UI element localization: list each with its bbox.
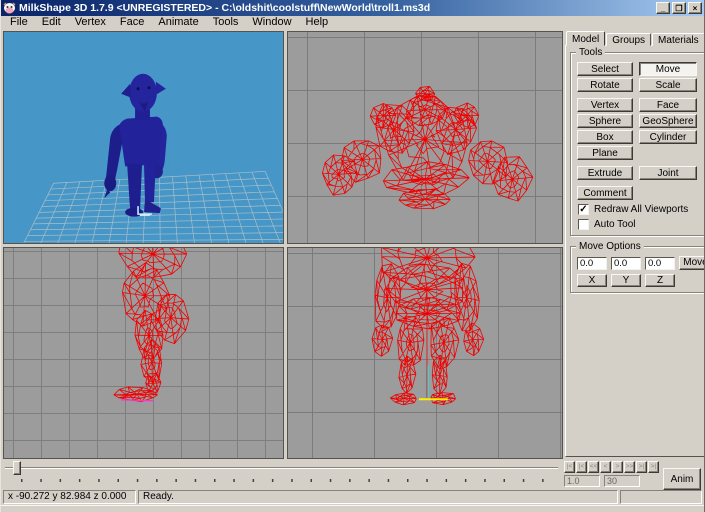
timeline-ruler xyxy=(3,475,560,486)
viewport-front[interactable] xyxy=(287,247,563,459)
current-frame-field[interactable] xyxy=(564,475,600,487)
troll-wireframe-top xyxy=(322,86,533,208)
minimize-button[interactable]: _ xyxy=(656,2,670,14)
axis-x-button[interactable]: X xyxy=(577,274,607,287)
troll-wireframe-side xyxy=(114,248,189,401)
timeline-left xyxy=(1,459,562,488)
first-frame-button[interactable]: |< xyxy=(564,461,575,473)
rewind-button[interactable]: << xyxy=(588,461,599,473)
status-right-panel xyxy=(620,490,702,504)
redraw-all-viewports-label: Redraw All Viewports xyxy=(594,204,688,215)
viewport-side[interactable] xyxy=(3,247,284,459)
axis-y-button[interactable]: Y xyxy=(611,274,641,287)
prev-frame-button[interactable]: < xyxy=(600,461,611,473)
menu-bar: File Edit Vertex Face Animate Tools Wind… xyxy=(1,16,704,29)
titlebar[interactable]: MilkShape 3D 1.7.9 <UNREGISTERED> - C:\o… xyxy=(1,0,704,16)
cylinder-button[interactable]: Cylinder xyxy=(639,130,697,144)
next-keyframe-button[interactable]: >| xyxy=(636,461,647,473)
model-tab-pane: Tools Select Move Rotate Scale Vertex Fa… xyxy=(565,45,705,457)
status-message: Ready. xyxy=(138,490,618,504)
milkshape-window: MilkShape 3D 1.7.9 <UNREGISTERED> - C:\o… xyxy=(0,0,705,512)
total-frames-field[interactable] xyxy=(604,475,640,487)
window-bottom-edge xyxy=(1,505,704,512)
close-button[interactable]: × xyxy=(688,2,702,14)
menu-help[interactable]: Help xyxy=(299,16,336,29)
tab-model[interactable]: Model xyxy=(566,31,605,46)
tools-groupbox: Tools Select Move Rotate Scale Vertex Fa… xyxy=(570,52,705,236)
menu-window[interactable]: Window xyxy=(245,16,298,29)
tab-groups[interactable]: Groups xyxy=(606,33,651,46)
move-y-field[interactable] xyxy=(611,257,641,270)
forward-button[interactable]: >> xyxy=(624,461,635,473)
extrude-button[interactable]: Extrude xyxy=(577,166,633,180)
menu-face[interactable]: Face xyxy=(113,16,151,29)
tab-bar: Model Groups Materials Joints xyxy=(565,31,705,46)
auto-tool-label: Auto Tool xyxy=(594,219,636,230)
timeline-slider[interactable] xyxy=(3,461,560,475)
prev-keyframe-button[interactable]: |< xyxy=(576,461,587,473)
tab-materials[interactable]: Materials xyxy=(652,33,705,46)
top-canvas xyxy=(288,32,562,243)
timeline-bar: |< |< << < > >> >| >| Anim xyxy=(1,459,704,488)
menu-animate[interactable]: Animate xyxy=(151,16,205,29)
move-button[interactable]: Move xyxy=(639,62,697,76)
move-options-groupbox: Move Options Move X Y Z xyxy=(570,246,705,293)
move-options-legend: Move Options xyxy=(576,241,644,252)
side-panel: Model Groups Materials Joints Tools Sele… xyxy=(564,29,705,459)
viewport-top[interactable] xyxy=(287,31,563,244)
main-area: Model Groups Materials Joints Tools Sele… xyxy=(1,29,704,459)
next-frame-button[interactable]: > xyxy=(612,461,623,473)
joint-button[interactable]: Joint xyxy=(639,166,697,180)
menu-edit[interactable]: Edit xyxy=(35,16,68,29)
sphere-button[interactable]: Sphere xyxy=(577,114,633,128)
window-title: MilkShape 3D 1.7.9 <UNREGISTERED> - C:\o… xyxy=(19,2,653,14)
comment-button[interactable]: Comment xyxy=(577,186,633,200)
status-bar: x -90.272 y 82.984 z 0.000 Ready. xyxy=(1,488,704,505)
menu-file[interactable]: File xyxy=(3,16,35,29)
move-z-field[interactable] xyxy=(645,257,675,270)
axis-z-button[interactable]: Z xyxy=(645,274,675,287)
origin-marker-magenta xyxy=(121,400,153,401)
timeline-track xyxy=(5,467,558,469)
face-button[interactable]: Face xyxy=(639,98,697,112)
status-coordinates: x -90.272 y 82.984 z 0.000 xyxy=(3,490,136,504)
geosphere-button[interactable]: GeoSphere xyxy=(639,114,697,128)
move-x-field[interactable] xyxy=(577,257,607,270)
app-icon xyxy=(3,2,16,15)
anim-button[interactable]: Anim xyxy=(663,468,701,490)
box-button[interactable]: Box xyxy=(577,130,633,144)
menu-vertex[interactable]: Vertex xyxy=(68,16,113,29)
auto-tool-checkbox[interactable] xyxy=(578,219,589,230)
viewport-area xyxy=(1,29,564,459)
restore-button[interactable]: ❐ xyxy=(672,2,686,14)
viewport-perspective[interactable] xyxy=(3,31,284,244)
perspective-canvas xyxy=(4,32,283,243)
plane-button[interactable]: Plane xyxy=(577,146,633,160)
last-frame-button[interactable]: >| xyxy=(648,461,659,473)
select-button[interactable]: Select xyxy=(577,62,633,76)
tools-legend: Tools xyxy=(576,47,605,58)
vertex-button[interactable]: Vertex xyxy=(577,98,633,112)
menu-tools[interactable]: Tools xyxy=(206,16,246,29)
rotate-button[interactable]: Rotate xyxy=(577,78,633,92)
move-apply-button[interactable]: Move xyxy=(679,256,705,270)
timeline-controls: |< |< << < > >> >| >| Anim xyxy=(562,459,704,488)
side-canvas xyxy=(4,248,283,458)
redraw-all-viewports-checkbox[interactable]: ✓ xyxy=(578,204,589,215)
front-canvas xyxy=(288,248,562,458)
window-controls: _ ❐ × xyxy=(656,2,702,14)
troll-model-shaded xyxy=(104,74,167,217)
scale-button[interactable]: Scale xyxy=(639,78,697,92)
timeline-thumb[interactable] xyxy=(13,461,21,475)
